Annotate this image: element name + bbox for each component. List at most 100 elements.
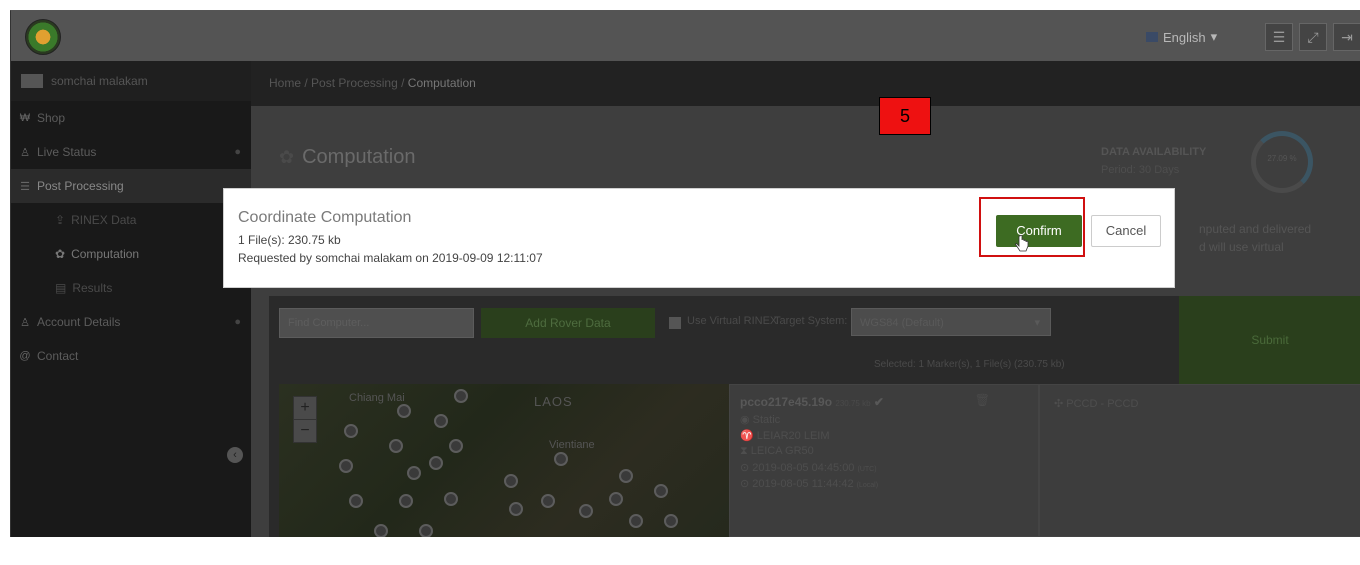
logout-button[interactable]: ⇥ xyxy=(1333,23,1360,51)
file-antenna: ♈ LEIAR20 LEIM xyxy=(740,429,830,442)
user-profile[interactable]: somchai malakam xyxy=(11,61,251,101)
antenna-icon: ♈ xyxy=(740,430,757,442)
sidebar-item-account-details[interactable]: ♙ Account Details ● xyxy=(11,305,251,339)
station-marker[interactable] xyxy=(654,484,668,498)
station-marker[interactable] xyxy=(449,439,463,453)
sidebar-item-live-status[interactable]: ♙ Live Status ● xyxy=(11,135,251,169)
station-marker[interactable] xyxy=(554,452,568,466)
station-card: ✣ PCCD - PCCD xyxy=(1039,384,1360,537)
breadcrumb: Home / Post Processing / Computation xyxy=(269,76,476,90)
upload-icon: ⇪ xyxy=(55,213,66,227)
station-marker[interactable] xyxy=(579,504,593,518)
clock-icon: ⊙ xyxy=(740,462,753,474)
user-name: somchai malakam xyxy=(51,74,148,88)
station-marker[interactable] xyxy=(399,494,413,508)
file-name-text: pcco217e45.19o xyxy=(740,395,833,409)
fullscreen-button[interactable]: ⤢ xyxy=(1299,23,1327,51)
station-marker[interactable] xyxy=(504,474,518,488)
map-label-chiang-mai: Chiang Mai xyxy=(349,392,405,404)
virtual-rinex-checkbox[interactable] xyxy=(669,317,681,329)
availability-value: 27.09 % xyxy=(1267,154,1297,163)
user-icon: ♙ xyxy=(20,316,30,329)
station-marker[interactable] xyxy=(349,494,363,508)
gear-icon: ✿ xyxy=(55,247,66,261)
add-rover-data-button[interactable]: Add Rover Data xyxy=(481,308,655,338)
sidebar-item-rinex-data[interactable]: ⇪ RINEX Data xyxy=(11,203,251,237)
database-icon: ☰ xyxy=(20,180,30,193)
sidebar-item-label: Account Details xyxy=(37,315,121,329)
station-marker[interactable] xyxy=(434,414,448,428)
sidebar-item-contact[interactable]: @ Contact xyxy=(11,339,251,373)
hand-cursor-icon xyxy=(1015,235,1029,252)
target-system-label: Target System: xyxy=(774,315,848,327)
file-start-text: 2019-08-05 04:45:00 xyxy=(752,462,855,474)
menu-button[interactable]: ☰ xyxy=(1265,23,1293,51)
sidebar-item-label: Contact xyxy=(37,349,79,363)
sidebar-item-label: RINEX Data xyxy=(71,213,137,227)
station-map[interactable]: + − Chiang Mai LAOS Vientiane xyxy=(279,384,729,537)
station-marker[interactable] xyxy=(609,492,623,506)
breadcrumb-home[interactable]: Home xyxy=(269,76,301,90)
station-marker[interactable] xyxy=(444,492,458,506)
computation-panel: Find Computer... Add Rover Data Use Virt… xyxy=(269,296,1360,537)
station-marker[interactable] xyxy=(664,514,678,528)
station-marker[interactable] xyxy=(454,389,468,403)
sidebar-item-shop[interactable]: ₩ Shop xyxy=(11,101,251,135)
sidebar-item-label: Computation xyxy=(71,247,140,261)
info-text: nputed and delivered d will use virtual xyxy=(1199,220,1311,256)
file-mode: ◉ Static xyxy=(740,413,780,426)
sidebar-item-label: Shop xyxy=(37,111,66,125)
receiver-icon: ⧗ xyxy=(740,445,751,457)
sidebar-collapse-icon[interactable]: ‹ xyxy=(227,447,243,463)
avatar xyxy=(21,74,43,88)
zoom-in-button[interactable]: + xyxy=(293,396,317,420)
file-mode-text: Static xyxy=(752,414,781,426)
station-marker[interactable] xyxy=(541,494,555,508)
file-end-text: 2019-08-05 11:44:42 xyxy=(752,478,854,490)
main-content: ✿ Computation DATA AVAILABILITY Period: … xyxy=(251,106,1360,537)
file-card[interactable]: pcco217e45.19o 230.75 kb ✔ 🗑 ◉ Static ♈ … xyxy=(729,384,1039,537)
expand-icon: ● xyxy=(234,146,241,158)
station-marker[interactable] xyxy=(397,404,411,418)
station-marker[interactable] xyxy=(389,439,403,453)
logo[interactable] xyxy=(25,19,61,55)
dialog-requested: Requested by somchai malakam on 2019-09-… xyxy=(238,251,543,265)
file-name: pcco217e45.19o 230.75 kb ✔ xyxy=(740,395,884,409)
station-marker[interactable] xyxy=(419,524,433,537)
station-marker[interactable] xyxy=(339,459,353,473)
chevron-down-icon: ▾ xyxy=(1034,317,1040,329)
sidebar-item-label: Results xyxy=(72,281,113,295)
station-marker[interactable] xyxy=(344,424,358,438)
station-label: ✣ PCCD - PCCD xyxy=(1054,397,1138,410)
station-marker[interactable] xyxy=(429,456,443,470)
sidebar-item-post-processing[interactable]: ☰ Post Processing xyxy=(11,169,251,203)
crosshair-icon: ✣ xyxy=(1054,398,1067,410)
map-label-vientiane: Vientiane xyxy=(549,439,595,451)
availability-gauge: 27.09 % xyxy=(1251,131,1313,193)
station-marker[interactable] xyxy=(619,469,633,483)
station-marker[interactable] xyxy=(374,524,388,537)
highlight-box xyxy=(979,197,1085,257)
file-start-tz: (UTC) xyxy=(857,466,877,473)
marker-search-input[interactable]: Find Computer... xyxy=(279,308,474,338)
target-system-select[interactable]: WGS84 (Default) ▾ xyxy=(851,308,1051,336)
data-availability-label: DATA AVAILABILITY xyxy=(1101,146,1207,158)
station-marker[interactable] xyxy=(629,514,643,528)
station-marker[interactable] xyxy=(509,502,523,516)
dialog-title: Coordinate Computation xyxy=(238,209,412,226)
language-selector[interactable]: English ▾ xyxy=(1146,29,1217,45)
station-label-text: PCCD - PCCD xyxy=(1066,398,1139,410)
breadcrumb-post-processing[interactable]: Post Processing xyxy=(311,76,398,90)
chevron-down-icon: ▾ xyxy=(1210,29,1218,44)
cancel-button[interactable]: Cancel xyxy=(1091,215,1161,247)
clock-icon: ⊙ xyxy=(740,478,753,490)
station-marker[interactable] xyxy=(407,466,421,480)
sidebar-item-results[interactable]: ▤ Results xyxy=(11,271,251,305)
sidebar-item-computation[interactable]: ✿ Computation xyxy=(11,237,251,271)
sidebar: somchai malakam ₩ Shop ♙ Live Status ● ☰… xyxy=(11,61,251,537)
breadcrumb-bar: Home / Post Processing / Computation xyxy=(251,61,1360,106)
zoom-out-button[interactable]: − xyxy=(293,419,317,443)
trash-icon[interactable]: 🗑 xyxy=(975,393,990,407)
sidebar-item-label: Live Status xyxy=(37,145,97,159)
submit-button[interactable]: Submit xyxy=(1179,296,1360,384)
